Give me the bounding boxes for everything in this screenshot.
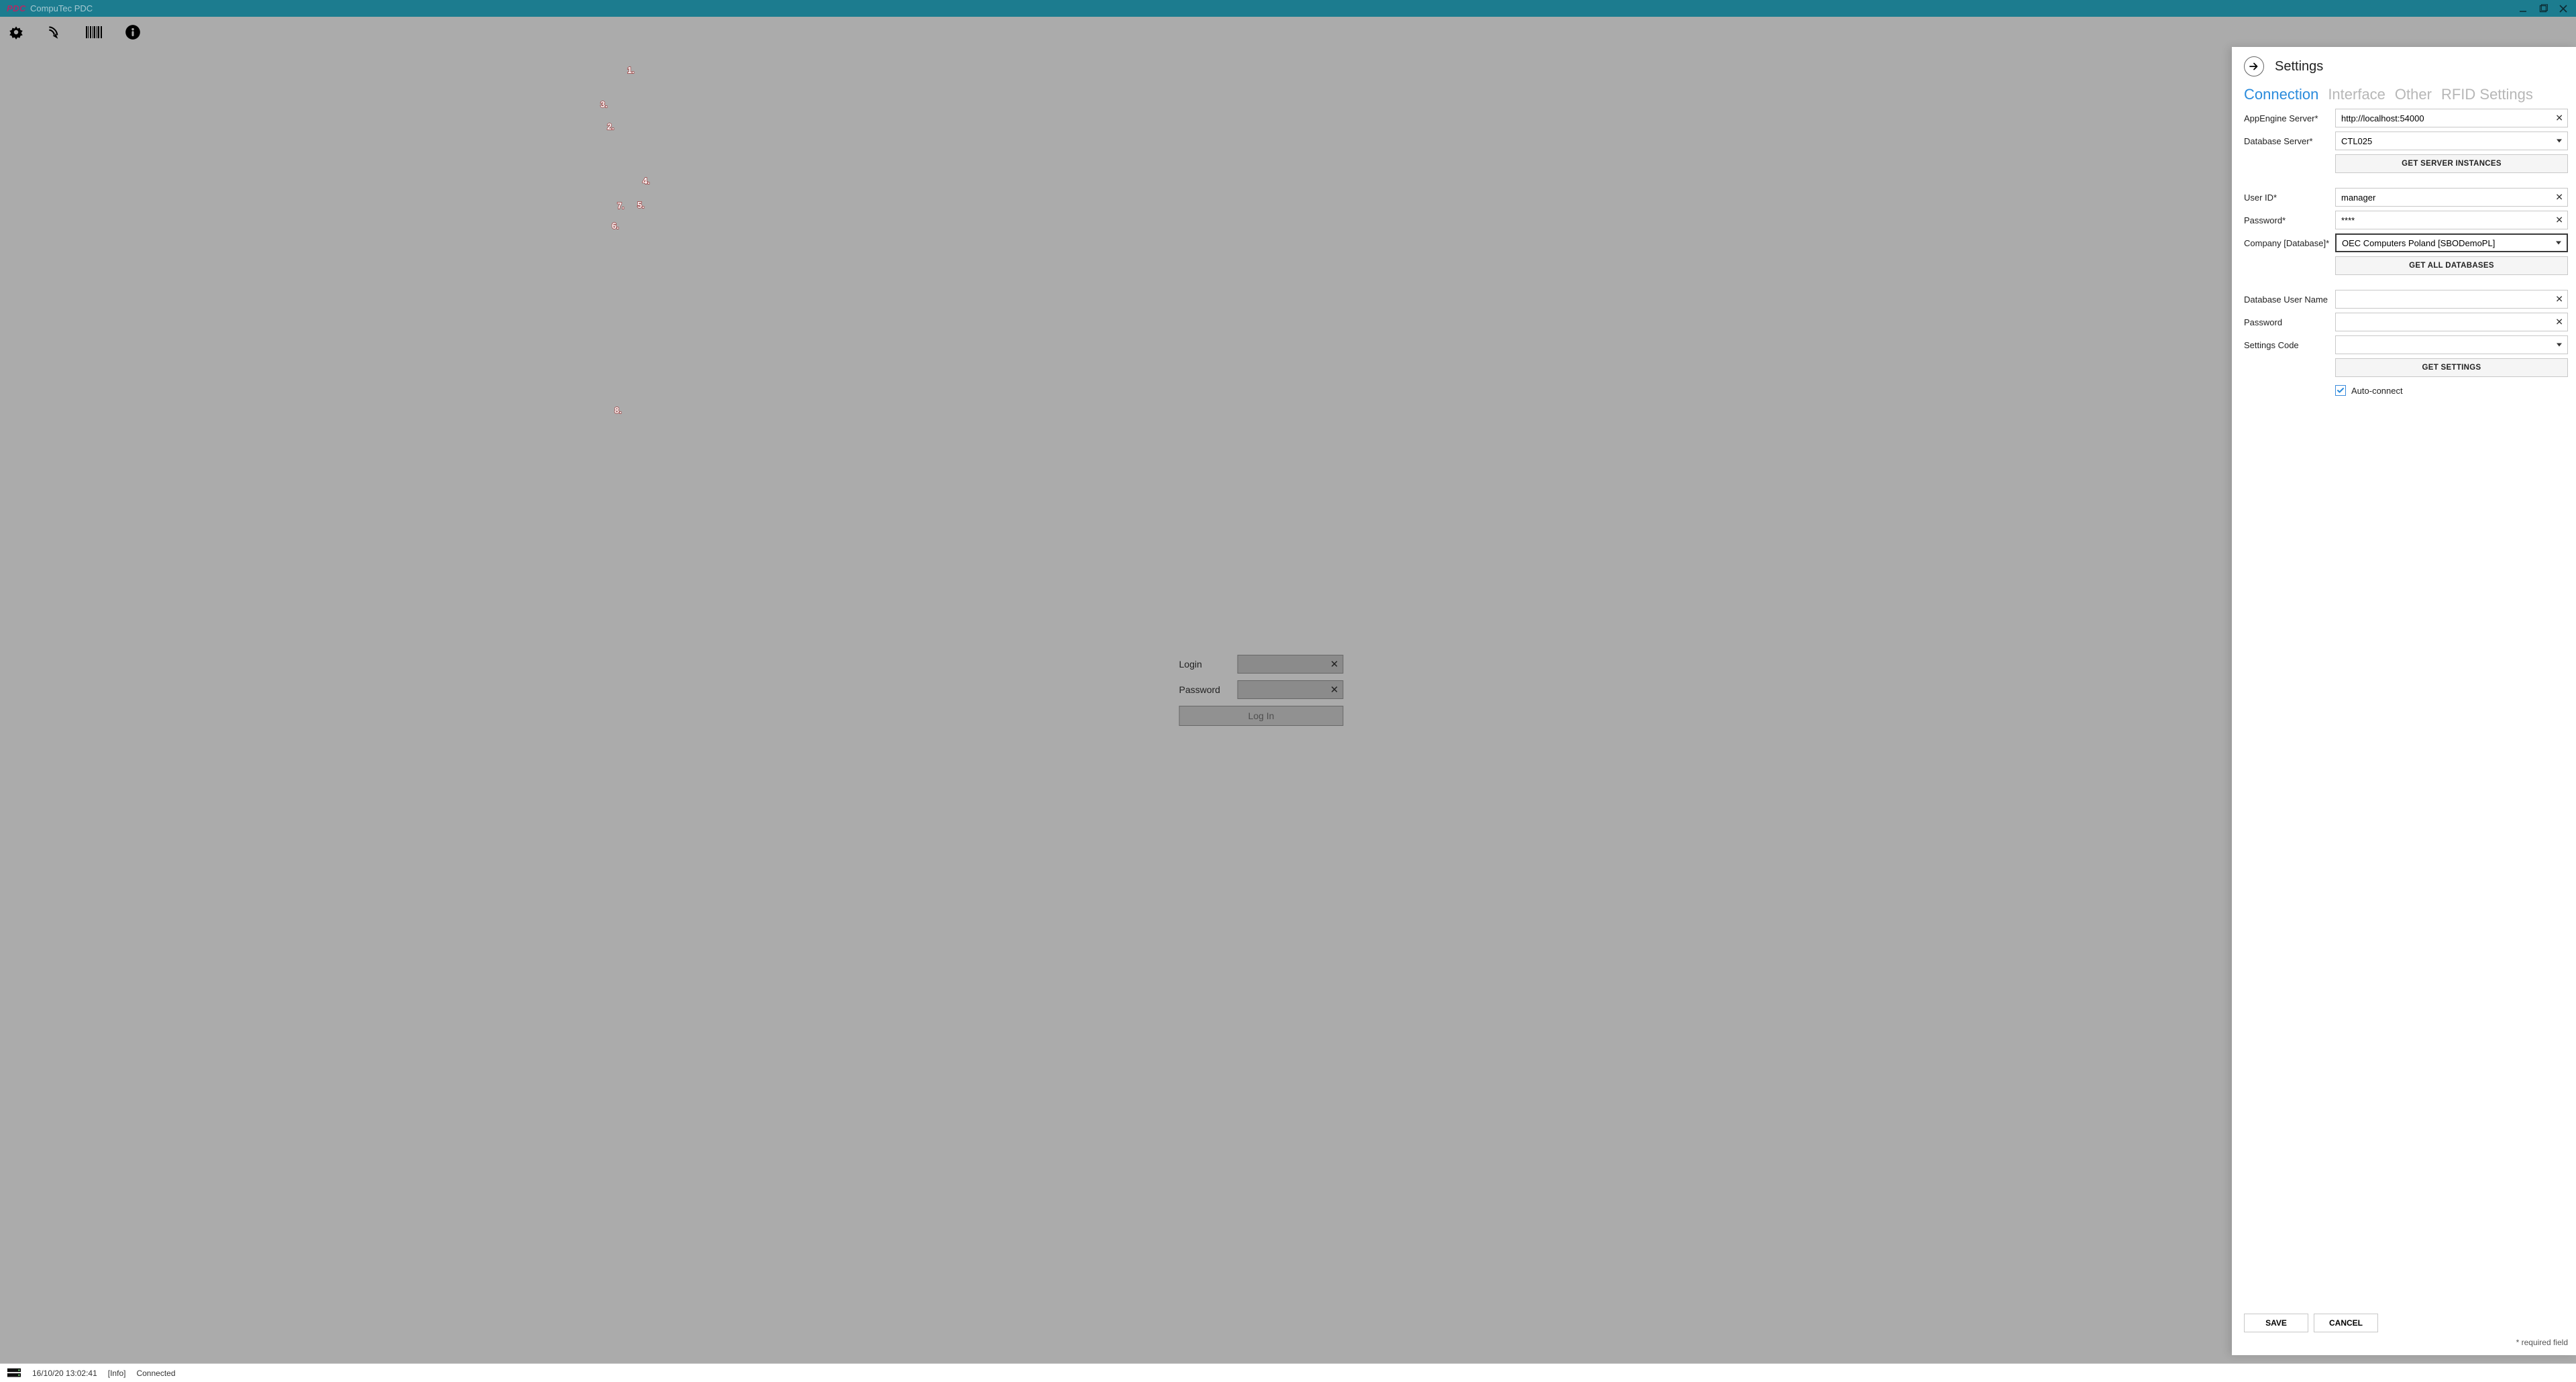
userid-label: User ID* [2244,193,2330,203]
settings-code-label: Settings Code [2244,340,2330,350]
modal-overlay [0,17,2576,1363]
appengine-input[interactable]: http://localhost:54000 ✕ [2335,109,2568,127]
annotation-3: 3. [600,100,607,109]
tab-other[interactable]: Other [2395,86,2432,103]
annotation-5: 5. [637,201,644,210]
tab-interface[interactable]: Interface [2328,86,2385,103]
server-icon [7,1367,21,1379]
tab-connection[interactable]: Connection [2244,86,2318,103]
brand-logo: PDC [7,3,26,13]
clear-icon[interactable]: ✕ [2555,192,2563,203]
statusbar: 16/10/20 13:02:41 [Info] Connected [0,1363,2576,1382]
dbpass-input[interactable]: ✕ [2335,313,2568,331]
company-label: Company [Database]* [2244,238,2330,248]
settings-panel: Settings Connection Interface Other RFID… [2232,47,2576,1355]
clear-icon[interactable]: ✕ [2555,294,2563,305]
tab-rfid[interactable]: RFID Settings [2441,86,2533,103]
window-maximize-button[interactable] [2534,3,2552,15]
dbpass-label: Password [2244,317,2330,327]
auto-connect-label: Auto-connect [2351,386,2403,396]
settings-code-select[interactable] [2335,335,2568,354]
userid-value: manager [2341,193,2375,203]
status-timestamp: 16/10/20 13:02:41 [32,1369,97,1378]
annotation-4: 4. [643,176,649,186]
sap-password-input[interactable]: **** ✕ [2335,211,2568,229]
userid-input[interactable]: manager ✕ [2335,188,2568,207]
window-close-button[interactable] [2555,3,2572,15]
back-button[interactable] [2244,56,2264,76]
appengine-value: http://localhost:54000 [2341,113,2424,123]
connection-form: AppEngine Server* http://localhost:54000… [2244,109,2568,396]
sap-password-label: Password* [2244,215,2330,225]
dbserver-value: CTL025 [2341,136,2372,146]
status-message: Connected [136,1369,175,1378]
settings-title: Settings [2275,59,2323,74]
chevron-down-icon [2556,242,2561,245]
save-button[interactable]: SAVE [2244,1314,2308,1332]
annotation-6: 6. [612,221,619,231]
auto-connect-checkbox[interactable] [2335,385,2346,396]
titlebar: PDC CompuTec PDC [0,0,2576,17]
window-minimize-button[interactable] [2514,3,2532,15]
window-title: CompuTec PDC [30,3,93,13]
dbuser-input[interactable]: ✕ [2335,290,2568,309]
dbserver-select[interactable]: CTL025 [2335,131,2568,150]
annotation-2: 2. [607,122,614,131]
annotation-1: 1. [627,66,634,75]
sap-password-value: **** [2341,215,2355,225]
get-all-databases-button[interactable]: GET ALL DATABASES [2335,256,2568,275]
company-select[interactable]: OEC Computers Poland [SBODemoPL] [2335,233,2568,252]
clear-icon[interactable]: ✕ [2555,113,2563,124]
company-value: OEC Computers Poland [SBODemoPL] [2342,238,2495,248]
dbuser-label: Database User Name [2244,295,2330,305]
appengine-label: AppEngine Server* [2244,113,2330,123]
chevron-down-icon [2557,343,2562,347]
cancel-button[interactable]: CANCEL [2314,1314,2378,1332]
main-area: Login ✕ Password ✕ Log In 1. 2. 3. 4. 5.… [0,17,2576,1363]
status-level: [Info] [108,1369,126,1378]
get-settings-button[interactable]: GET SETTINGS [2335,358,2568,377]
annotation-8: 8. [614,406,621,415]
clear-icon[interactable]: ✕ [2555,317,2563,328]
annotation-7: 7. [617,201,624,211]
dbserver-label: Database Server* [2244,136,2330,146]
required-field-note: * required field [2244,1338,2568,1347]
settings-tabs: Connection Interface Other RFID Settings [2244,86,2568,103]
get-server-instances-button[interactable]: GET SERVER INSTANCES [2335,154,2568,173]
clear-icon[interactable]: ✕ [2555,215,2563,226]
chevron-down-icon [2557,140,2562,143]
